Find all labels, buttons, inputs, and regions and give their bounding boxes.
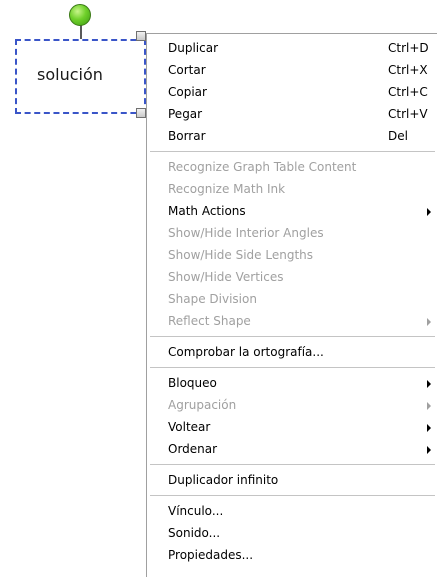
menu-item-comprobar-la-ortografia[interactable]: Comprobar la ortografía...	[147, 341, 437, 363]
submenu-arrow-icon	[427, 446, 431, 454]
submenu-arrow-icon	[427, 318, 431, 326]
menu-separator	[147, 332, 437, 341]
context-menu: Duplicar Ctrl+D Cortar Ctrl+X Copiar Ctrl+C Pe…	[146, 33, 437, 577]
menu-item-label: Vínculo...	[168, 504, 224, 518]
menu-item-agrupacion: Agrupación	[147, 394, 437, 416]
menu-item-ordenar[interactable]: Ordenar	[147, 438, 437, 460]
menu-item-label: Shape Division	[168, 292, 257, 306]
menu-item-label: Duplicar	[168, 41, 219, 55]
menu-item-duplicador-infinito[interactable]: Duplicador infinito	[147, 469, 437, 491]
menu-item-sonido[interactable]: Sonido...	[147, 522, 437, 544]
menu-item-recognize-graph-table-content: Recognize Graph Table Content	[147, 156, 437, 178]
menu-item-label: Duplicador infinito	[168, 473, 279, 487]
menu-item-label: Agrupación	[168, 398, 237, 412]
menu-separator	[147, 147, 437, 156]
menu-item-label: Bloqueo	[168, 376, 217, 390]
menu-item-vinculo[interactable]: Vínculo...	[147, 500, 437, 522]
submenu-arrow-icon	[427, 424, 431, 432]
menu-item-show-hide-vertices: Show/Hide Vertices	[147, 266, 437, 288]
menu-item-shortcut: Del	[388, 129, 408, 143]
rotate-handle[interactable]	[69, 4, 91, 26]
menu-item-show-hide-interior-angles: Show/Hide Interior Angles	[147, 222, 437, 244]
menu-item-pegar[interactable]: Pegar Ctrl+V	[147, 103, 437, 125]
menu-item-label: Voltear	[168, 420, 211, 434]
menu-item-label: Recognize Graph Table Content	[168, 160, 357, 174]
menu-item-shortcut: Ctrl+V	[388, 107, 428, 121]
menu-item-label: Copiar	[168, 85, 207, 99]
shape-text[interactable]: solución	[37, 65, 103, 84]
menu-item-recognize-math-ink: Recognize Math Ink	[147, 178, 437, 200]
menu-item-borrar[interactable]: Borrar Del	[147, 125, 437, 147]
menu-item-duplicar[interactable]: Duplicar Ctrl+D	[147, 37, 437, 59]
menu-separator	[147, 363, 437, 372]
submenu-arrow-icon	[427, 380, 431, 388]
menu-item-label: Ordenar	[168, 442, 218, 456]
menu-item-shape-division: Shape Division	[147, 288, 437, 310]
menu-item-propiedades[interactable]: Propiedades...	[147, 544, 437, 566]
menu-item-shortcut: Ctrl+D	[388, 41, 429, 55]
menu-item-shortcut: Ctrl+C	[388, 85, 428, 99]
resize-handle-bottom-right[interactable]	[136, 108, 146, 118]
menu-separator	[147, 460, 437, 469]
menu-item-shortcut: Ctrl+X	[388, 63, 428, 77]
menu-item-reflect-shape: Reflect Shape	[147, 310, 437, 332]
menu-item-label: Reflect Shape	[168, 314, 251, 328]
menu-item-bloqueo[interactable]: Bloqueo	[147, 372, 437, 394]
menu-separator	[147, 491, 437, 500]
menu-item-math-actions[interactable]: Math Actions	[147, 200, 437, 222]
menu-item-label: Cortar	[168, 63, 206, 77]
submenu-arrow-icon	[427, 208, 431, 216]
menu-item-label: Comprobar la ortografía...	[168, 345, 324, 359]
menu-item-label: Borrar	[168, 129, 206, 143]
menu-item-label: Pegar	[168, 107, 203, 121]
menu-item-label: Propiedades...	[168, 548, 254, 562]
menu-item-show-hide-side-lengths: Show/Hide Side Lengths	[147, 244, 437, 266]
menu-item-label: Show/Hide Vertices	[168, 270, 284, 284]
menu-item-label: Show/Hide Side Lengths	[168, 248, 314, 262]
menu-item-cortar[interactable]: Cortar Ctrl+X	[147, 59, 437, 81]
whiteboard-canvas[interactable]: solución Duplicar Ctrl+D Cortar Ctrl+X Copia…	[0, 0, 437, 577]
menu-item-copiar[interactable]: Copiar Ctrl+C	[147, 81, 437, 103]
menu-item-label: Math Actions	[168, 204, 246, 218]
menu-item-label: Sonido...	[168, 526, 221, 540]
menu-item-voltear[interactable]: Voltear	[147, 416, 437, 438]
menu-item-label: Recognize Math Ink	[168, 182, 286, 196]
menu-item-label: Show/Hide Interior Angles	[168, 226, 324, 240]
context-menu-list: Duplicar Ctrl+D Cortar Ctrl+X Copiar Ctrl+C Pe…	[147, 37, 437, 566]
submenu-arrow-icon	[427, 402, 431, 410]
resize-handle-top-right[interactable]	[136, 31, 146, 41]
